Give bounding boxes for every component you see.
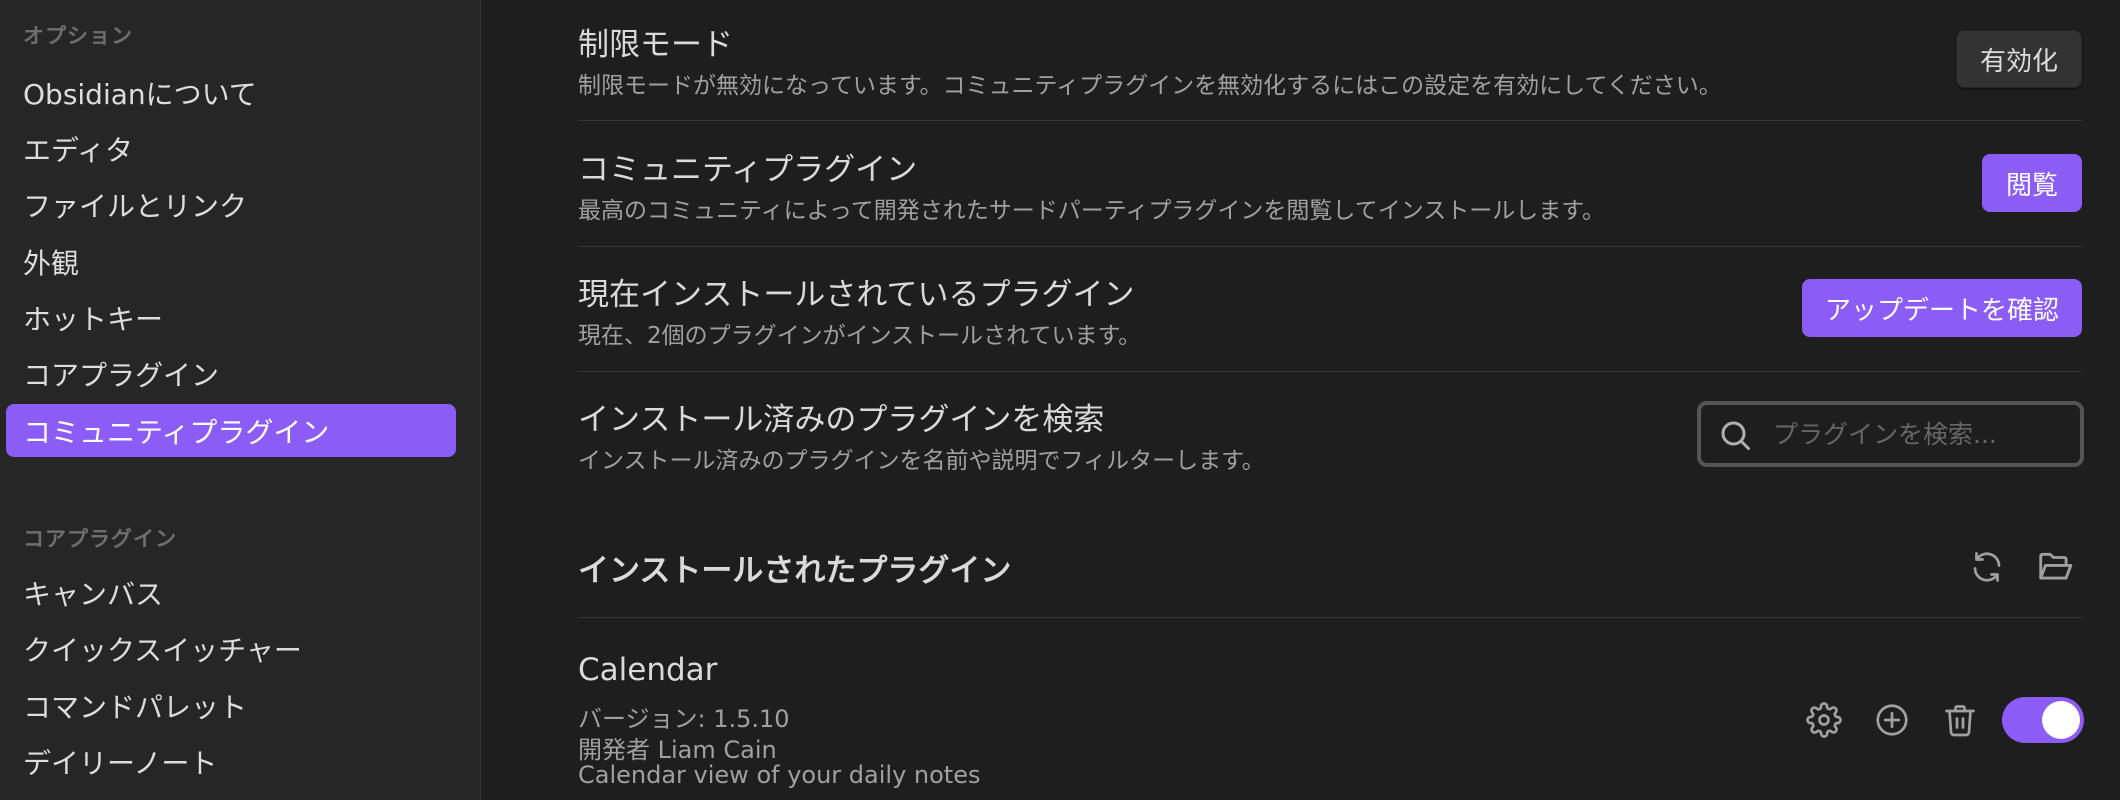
- sidebar-item-quick-switcher[interactable]: クイックスイッチャー: [6, 622, 456, 675]
- divider: [578, 120, 2082, 121]
- sidebar-item-community-plugins[interactable]: コミュニティプラグイン: [6, 404, 456, 457]
- enable-restricted-mode-button[interactable]: 有効化: [1956, 30, 2082, 88]
- installed-plugins-desc: 現在、2個のプラグインがインストールされています。: [578, 323, 1142, 349]
- plugin-enabled-toggle[interactable]: [2002, 697, 2084, 743]
- search-plugins-title: インストール済みのプラグインを検索: [578, 402, 1105, 438]
- sidebar-item-daily-notes[interactable]: デイリーノート: [6, 735, 456, 788]
- sidebar-item-about[interactable]: Obsidianについて: [6, 66, 456, 119]
- folder-open-icon[interactable]: [2031, 543, 2079, 591]
- search-plugins-box[interactable]: [1697, 401, 2084, 467]
- installed-plugins-heading: インストールされたプラグイン: [578, 553, 1012, 589]
- sidebar-item-core-plugins[interactable]: コアプラグイン: [6, 347, 456, 400]
- trash-icon[interactable]: [1936, 696, 1984, 744]
- plus-circle-icon[interactable]: [1868, 696, 1916, 744]
- restricted-mode-desc: 制限モードが無効になっています。コミュニティプラグインを無効化するにはこの設定を…: [578, 73, 1722, 99]
- sidebar-item-files-links[interactable]: ファイルとリンク: [6, 178, 456, 231]
- sidebar-item-appearance[interactable]: 外観: [6, 235, 456, 288]
- plugin-author: 開発者 Liam Cain: [578, 736, 777, 764]
- community-plugins-title: コミュニティプラグイン: [578, 152, 918, 188]
- plugin-description: Calendar view of your daily notes: [578, 761, 981, 789]
- settings-sidebar: オプション Obsidianについて エディタ ファイルとリンク 外観 ホットキ…: [0, 0, 481, 800]
- installed-plugins-title: 現在インストールされているプラグイン: [578, 277, 1135, 313]
- plugin-name: Calendar: [578, 652, 718, 688]
- sidebar-item-hotkeys[interactable]: ホットキー: [6, 291, 456, 344]
- sidebar-item-command-palette[interactable]: コマンドパレット: [6, 679, 456, 732]
- section-label-core-plugins: コアプラグイン: [23, 527, 177, 551]
- section-label-options: オプション: [23, 24, 133, 48]
- sidebar-item-editor[interactable]: エディタ: [6, 122, 456, 175]
- toggle-knob: [2042, 701, 2080, 739]
- divider: [578, 617, 2082, 618]
- divider: [578, 371, 2082, 372]
- community-plugins-desc: 最高のコミュニティによって開発されたサードパーティプラグインを閲覧してインストー…: [578, 198, 1605, 224]
- check-updates-button[interactable]: アップデートを確認: [1802, 279, 2082, 337]
- sidebar-item-canvas[interactable]: キャンバス: [6, 566, 456, 619]
- search-plugins-desc: インストール済みのプラグインを名前や説明でフィルターします。: [578, 448, 1265, 474]
- plugin-version: バージョン: 1.5.10: [578, 705, 790, 733]
- search-plugins-input[interactable]: [1773, 413, 2073, 455]
- search-icon: [1721, 421, 1750, 450]
- refresh-icon[interactable]: [1963, 543, 2011, 591]
- restricted-mode-title: 制限モード: [578, 27, 733, 63]
- gear-icon[interactable]: [1800, 696, 1848, 744]
- browse-button[interactable]: 閲覧: [1982, 154, 2082, 212]
- divider: [578, 246, 2082, 247]
